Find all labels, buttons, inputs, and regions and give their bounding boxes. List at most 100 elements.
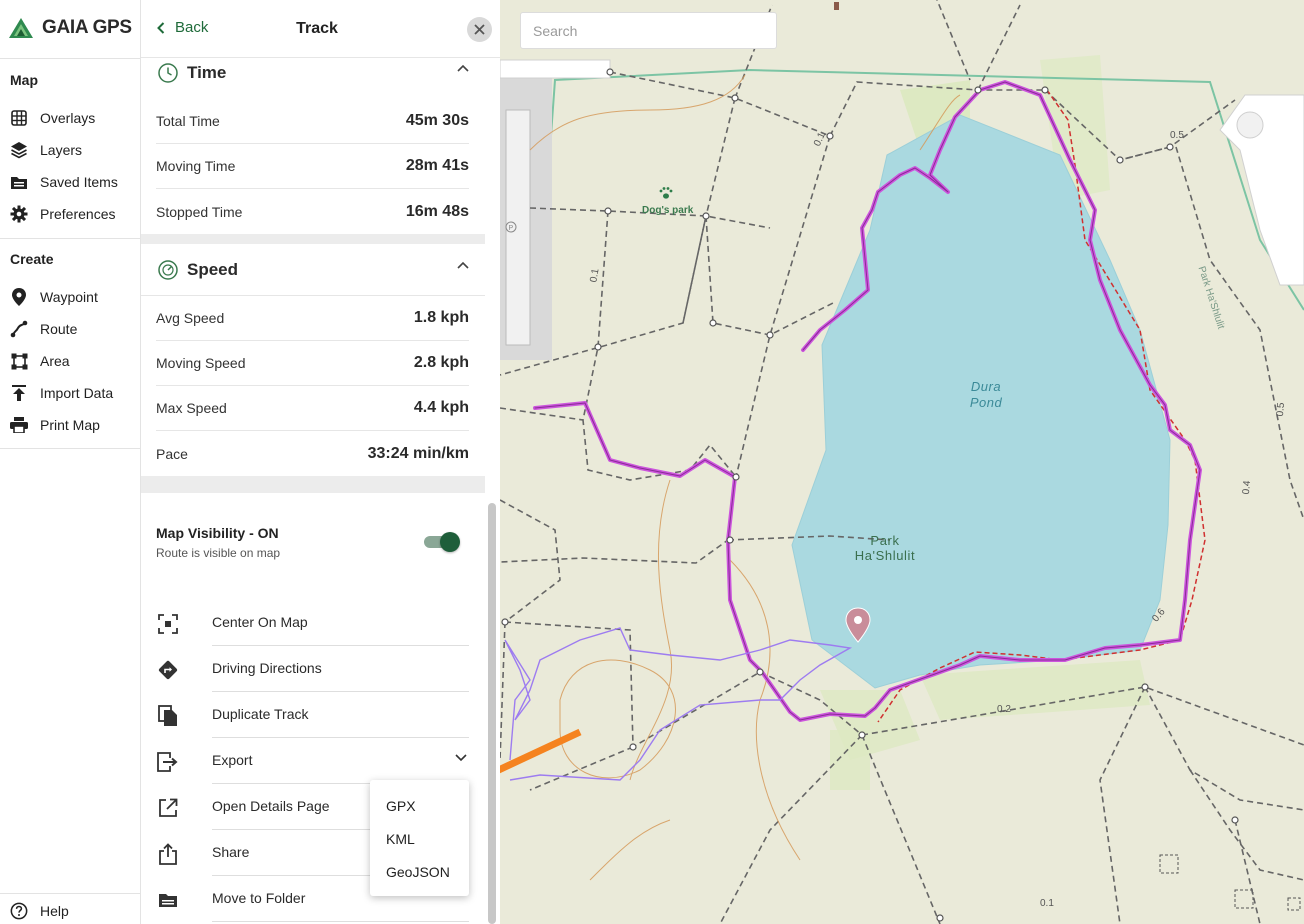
panel-title: Track bbox=[296, 20, 338, 37]
section-map-title: Map bbox=[10, 72, 38, 88]
park-label: Park Ha'Shlulit bbox=[835, 533, 935, 563]
gaia-logo-icon bbox=[9, 18, 33, 38]
close-icon bbox=[474, 24, 485, 35]
duplicate-track-button[interactable]: Duplicate Track bbox=[156, 692, 469, 738]
action-label: Duplicate Track bbox=[212, 706, 309, 722]
help-icon bbox=[10, 902, 28, 920]
track-panel: Back Track Time Total Time 45m 30s Movin… bbox=[141, 0, 500, 924]
map-visibility-subtitle: Route is visible on map bbox=[156, 546, 281, 560]
section-separator bbox=[141, 234, 485, 244]
action-label: Center On Map bbox=[212, 614, 308, 630]
park-label-line: Ha'Shlulit bbox=[854, 548, 916, 563]
time-section-title: Time bbox=[187, 63, 227, 82]
sidebar-item-area[interactable]: Area bbox=[10, 348, 135, 374]
divider bbox=[0, 58, 141, 59]
sidebar-item-print-map[interactable]: Print Map bbox=[10, 412, 135, 438]
distance-label: 0.2 bbox=[997, 704, 1011, 715]
stat-value: 16m 48s bbox=[405, 202, 469, 220]
stat-row-max-speed: Max Speed 4.4 kph bbox=[156, 386, 469, 431]
stat-value: 33:24 min/km bbox=[367, 444, 469, 462]
close-button[interactable] bbox=[467, 17, 492, 42]
stat-row-pace: Pace 33:24 min/km bbox=[156, 431, 469, 476]
dog-park-icon bbox=[659, 187, 673, 199]
import-icon bbox=[10, 384, 28, 402]
chevron-up-icon[interactable] bbox=[457, 64, 469, 72]
sidebar-item-overlays[interactable]: Overlays bbox=[10, 105, 135, 131]
export-option-gpx[interactable]: GPX bbox=[386, 798, 416, 814]
stat-value: 1.8 kph bbox=[413, 309, 469, 326]
help-button[interactable]: Help bbox=[10, 898, 135, 924]
divider bbox=[0, 238, 141, 239]
sidebar-item-label: Overlays bbox=[40, 110, 96, 126]
gear-icon bbox=[10, 205, 28, 223]
clock-icon bbox=[158, 63, 178, 83]
sidebar-item-import-data[interactable]: Import Data bbox=[10, 380, 135, 406]
sidebar-item-label: Preferences bbox=[40, 206, 116, 222]
export-option-kml[interactable]: KML bbox=[386, 831, 415, 847]
action-label: Open Details Page bbox=[212, 798, 330, 814]
directions-icon bbox=[156, 658, 180, 682]
time-section-header[interactable]: Time bbox=[157, 58, 469, 88]
stat-row-total-time: Total Time 45m 30s bbox=[156, 99, 469, 144]
stat-row-moving-speed: Moving Speed 2.8 kph bbox=[156, 341, 469, 386]
speed-section-header[interactable]: Speed bbox=[157, 255, 469, 285]
route-icon bbox=[10, 320, 28, 338]
sidebar-item-label: Layers bbox=[40, 142, 83, 158]
stat-value: 4.4 kph bbox=[413, 399, 469, 416]
map-canvas[interactable]: P Dura Pond Park Ha'Shlulit Dog's park 0… bbox=[500, 0, 1304, 924]
distance-label: 0.4 bbox=[1240, 480, 1254, 495]
stat-label: Total Time bbox=[156, 113, 220, 129]
stat-label: Avg Speed bbox=[156, 310, 225, 326]
map-visibility-title: Map Visibility - ON bbox=[156, 525, 279, 541]
divider bbox=[212, 921, 469, 922]
sidebar-item-waypoint[interactable]: Waypoint bbox=[10, 284, 135, 310]
park-label-line: Park bbox=[870, 533, 900, 548]
panel-scrollbar[interactable] bbox=[488, 503, 496, 924]
pond-label: Dura Pond bbox=[946, 379, 1026, 411]
stat-label: Pace bbox=[156, 445, 188, 462]
sidebar-item-label: Waypoint bbox=[40, 289, 98, 305]
share-icon bbox=[156, 842, 180, 866]
roundabout bbox=[1236, 111, 1264, 139]
export-option-geojson[interactable]: GeoJSON bbox=[386, 864, 450, 880]
sidebar-item-route[interactable]: Route bbox=[10, 316, 135, 342]
map-visibility-toggle[interactable] bbox=[424, 532, 462, 552]
folder-icon bbox=[156, 888, 180, 912]
distance-label: 0.1 bbox=[1040, 898, 1054, 909]
stat-row-stopped-time: Stopped Time 16m 48s bbox=[156, 189, 469, 234]
open-external-icon bbox=[156, 796, 180, 820]
stat-value: 45m 30s bbox=[405, 112, 469, 129]
search-input[interactable] bbox=[521, 13, 776, 48]
map-search-box[interactable] bbox=[520, 12, 777, 49]
action-label: Driving Directions bbox=[212, 660, 322, 676]
stat-label: Moving Time bbox=[156, 158, 236, 174]
stat-label: Max Speed bbox=[156, 400, 227, 416]
sidebar-item-layers[interactable]: Layers bbox=[10, 137, 135, 163]
chevron-up-icon[interactable] bbox=[457, 261, 469, 269]
help-label: Help bbox=[40, 903, 69, 919]
secondary-track bbox=[504, 627, 853, 781]
center-on-map-button[interactable]: Center On Map bbox=[156, 600, 469, 646]
divider bbox=[0, 448, 141, 449]
pond-label-line: Dura bbox=[970, 379, 1002, 394]
street bbox=[500, 59, 611, 79]
section-separator bbox=[141, 476, 485, 493]
duplicate-icon bbox=[156, 704, 180, 728]
sidebar-item-preferences[interactable]: Preferences bbox=[10, 201, 135, 227]
action-label: Export bbox=[212, 752, 253, 768]
print-icon bbox=[10, 416, 28, 434]
distance-label: 0.5 bbox=[1170, 130, 1184, 141]
action-label: Move to Folder bbox=[212, 890, 306, 906]
overlays-icon bbox=[10, 109, 28, 127]
stat-row-avg-speed: Avg Speed 1.8 kph bbox=[156, 296, 469, 341]
gaia-logo[interactable]: GAIA GPS bbox=[8, 16, 132, 40]
export-button[interactable]: Export bbox=[156, 738, 469, 784]
svg-text:P: P bbox=[509, 225, 514, 232]
map-feature bbox=[1287, 897, 1301, 911]
driving-directions-button[interactable]: Driving Directions bbox=[156, 646, 469, 692]
sidebar-item-saved-items[interactable]: Saved Items bbox=[10, 169, 135, 195]
app-name: GAIA GPS bbox=[42, 17, 132, 38]
layers-icon bbox=[10, 141, 28, 159]
sidebar-item-label: Route bbox=[40, 321, 78, 337]
speed-section-title: Speed bbox=[187, 260, 239, 279]
